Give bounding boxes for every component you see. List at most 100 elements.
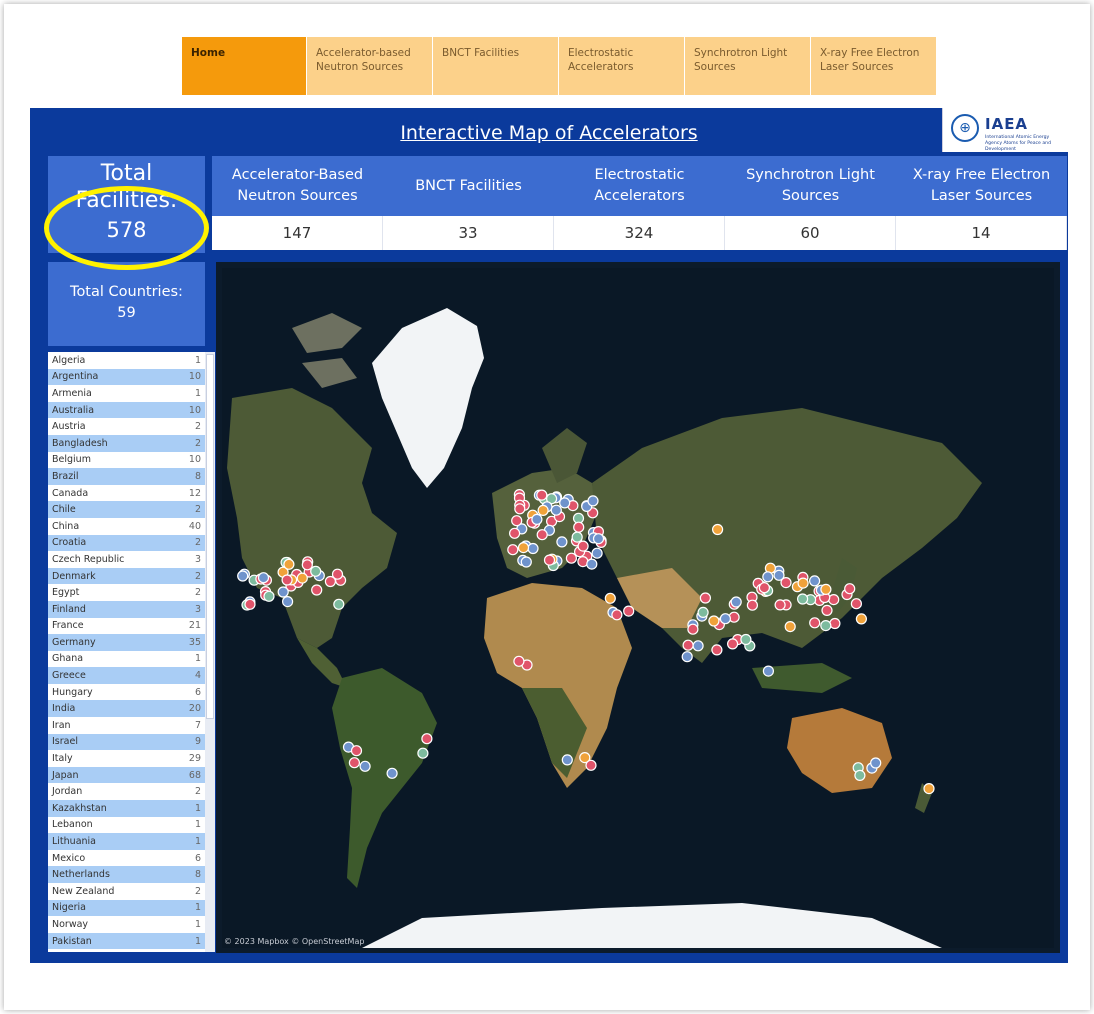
country-row[interactable]: Chile 2 [48,501,205,518]
map-credit[interactable]: © 2023 Mapbox © OpenStreetMap [224,937,364,946]
facility-dot[interactable] [809,617,821,629]
category-card-neutron[interactable]: Accelerator-Based Neutron Sources 147 [212,156,383,253]
country-row[interactable]: Netherlands 8 [48,866,205,883]
facility-dot[interactable] [556,536,568,548]
facility-dot[interactable] [854,769,866,781]
facility-dot[interactable] [746,599,759,611]
country-row[interactable]: Finland 3 [48,600,205,618]
facility-dot[interactable] [923,782,935,795]
country-row[interactable]: India 20 [48,700,205,718]
facility-dot[interactable] [507,544,519,556]
facility-dot[interactable] [543,554,556,566]
country-row[interactable]: Hungary 6 [48,684,205,701]
facility-dot[interactable] [623,605,635,617]
country-row[interactable]: Lebanon 1 [48,817,205,834]
facility-dot[interactable] [511,515,523,527]
facility-dot[interactable] [585,759,597,771]
country-row[interactable]: China 40 [48,518,205,535]
country-row[interactable]: Japan 68 [48,766,205,784]
facility-dot[interactable] [386,767,398,779]
facility-dot[interactable] [561,754,573,766]
facility-dot[interactable] [244,598,256,610]
facility-dot[interactable] [855,613,868,625]
country-row[interactable]: Lithuania 1 [48,833,205,850]
facility-dot[interactable] [592,533,605,545]
country-row[interactable]: Germany 35 [48,634,205,651]
page-title[interactable]: Interactive Map of Accelerators [30,122,1068,144]
facility-dot[interactable] [844,583,856,595]
facility-dot[interactable] [797,577,809,589]
category-card-bnct[interactable]: BNCT Facilities 33 [383,156,554,253]
facility-dot[interactable] [350,745,363,757]
facility-dot[interactable] [687,623,699,635]
facility-dot[interactable] [283,558,295,570]
facility-dot[interactable] [604,592,616,604]
facility-dot[interactable] [509,527,521,539]
facility-dot[interactable] [514,503,526,515]
facility-dot[interactable] [712,523,724,536]
country-row[interactable]: Ghana 1 [48,651,205,668]
country-row[interactable]: Canada 12 [48,485,205,502]
country-row[interactable]: Czech Republic 3 [48,551,205,568]
facility-dot[interactable] [513,655,525,667]
facility-dot[interactable] [520,556,532,568]
facility-dot[interactable] [828,594,840,606]
country-row[interactable]: Bangladesh 2 [48,434,205,452]
nav-tab-bnct[interactable]: BNCT Facilities [433,37,559,95]
country-row[interactable]: Greece 4 [48,667,205,684]
facility-dot[interactable] [820,620,832,632]
facility-dot[interactable] [311,584,323,596]
facility-dot[interactable] [699,592,711,604]
category-card-synchrotron[interactable]: Synchrotron Light Sources 60 [725,156,896,253]
country-row[interactable]: Iran 7 [48,717,205,734]
facility-dot[interactable] [692,640,704,652]
facility-dot[interactable] [681,651,693,663]
facility-dot[interactable] [536,529,548,541]
country-row[interactable]: Algeria 1 [48,352,205,369]
facility-dot[interactable] [517,542,530,554]
nav-tab-xray-fel[interactable]: X-ray Free Electron Laser Sources [811,37,937,95]
facility-dot[interactable] [577,540,589,552]
facility-dot[interactable] [773,569,785,581]
country-row[interactable]: Nigeria 1 [48,899,205,917]
facility-dot[interactable] [348,757,360,769]
facility-dot[interactable] [527,542,539,555]
facility-dot[interactable] [727,638,739,650]
facility-dot[interactable] [870,757,882,769]
facility-dot[interactable] [587,495,599,507]
facility-dot[interactable] [536,489,548,501]
nav-tab-accelerator-neutron[interactable]: Accelerator-based Neutron Sources [307,37,433,95]
facility-dot[interactable] [237,570,249,582]
facility-dot[interactable] [573,521,585,533]
facility-dot[interactable] [263,590,275,602]
facility-dot[interactable] [682,639,694,651]
facility-dot[interactable] [281,574,293,586]
facility-dot[interactable] [820,583,832,595]
facility-dot[interactable] [531,513,543,525]
country-list[interactable]: Algeria 1 Argentina 10 Armenia 1 Australia 10 Au… [48,352,205,952]
facility-dot[interactable] [711,644,723,656]
country-row[interactable]: Italy 29 [48,750,205,767]
country-row[interactable]: Brazil 8 [48,468,205,485]
country-list-scrollbar-thumb[interactable] [206,354,214,719]
facility-dot[interactable] [257,572,270,584]
facility-dot[interactable] [417,747,429,759]
facility-dot[interactable] [550,504,562,516]
nav-tab-electrostatic[interactable]: Electrostatic Accelerators [559,37,685,95]
facility-dot[interactable] [537,504,549,516]
facility-dot[interactable] [796,593,809,605]
facility-dot[interactable] [421,733,433,745]
nav-tab-home[interactable]: Home [182,37,307,95]
facility-dot[interactable] [301,559,313,571]
country-row[interactable]: New Zealand 2 [48,883,205,900]
country-row[interactable]: Egypt 2 [48,584,205,601]
facility-dot[interactable] [571,531,583,543]
facility-dot[interactable] [850,598,863,610]
country-row[interactable]: Austria 2 [48,418,205,435]
facility-dot[interactable] [708,615,720,627]
facility-dot[interactable] [586,558,598,570]
facility-dot[interactable] [758,582,771,594]
facility-dot[interactable] [296,572,308,584]
country-row[interactable]: Kazakhstan 1 [48,800,205,817]
country-row[interactable]: Mexico 6 [48,850,205,867]
